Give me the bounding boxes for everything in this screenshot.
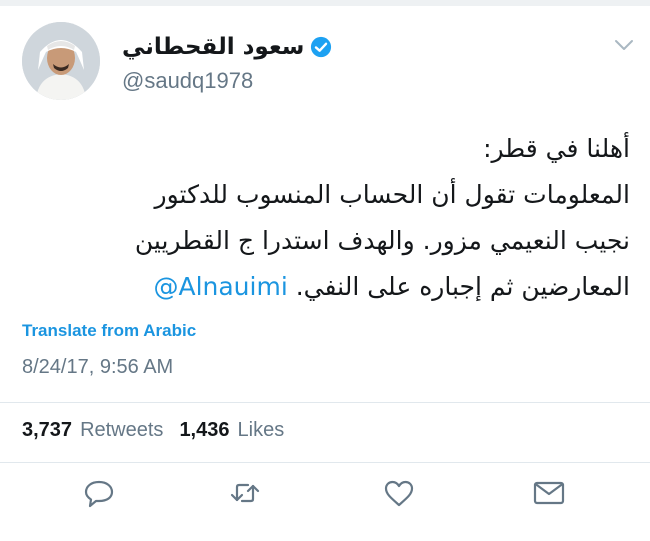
tweet-line: المعلومات تقول أن الحساب المنسوب للدكتور [154, 180, 630, 209]
verified-badge-icon [310, 36, 332, 58]
top-edge [0, 0, 650, 6]
heart-icon[interactable] [382, 478, 416, 508]
divider [0, 462, 650, 463]
avatar[interactable] [22, 22, 100, 100]
translate-link[interactable]: Translate from Arabic [22, 321, 196, 341]
retweet-icon[interactable] [228, 478, 262, 508]
retweets-count[interactable]: 3,737 [22, 419, 72, 442]
timestamp[interactable]: 8/24/17, 9:56 AM [22, 356, 173, 379]
chevron-down-icon[interactable] [614, 38, 634, 52]
likes-count[interactable]: 1,436 [179, 419, 229, 442]
engagement-stats: 3,737 Retweets 1,436 Likes [22, 419, 300, 442]
name-row: سعود القحطاني [122, 34, 332, 60]
tweet-line-text: المعارضين ثم إجباره على النفي. [295, 272, 630, 301]
retweets-label[interactable]: Retweets [80, 419, 163, 442]
tweet-line: نجيب النعيمي مزور. والهدف استدرا ج القطر… [134, 226, 630, 255]
reply-icon[interactable] [82, 478, 116, 508]
user-handle[interactable]: @saudq1978 [122, 68, 253, 94]
tweet-header: سعود القحطاني @saudq1978 [22, 22, 634, 102]
likes-label[interactable]: Likes [238, 419, 285, 442]
tweet-text: أهلنا في قطر: المعلومات تقول أن الحساب ا… [20, 126, 630, 310]
action-bar [0, 474, 650, 514]
avatar-image [22, 22, 100, 100]
envelope-icon[interactable] [532, 478, 566, 508]
tweet-line: أهلنا في قطر: [483, 134, 630, 163]
divider [0, 402, 650, 403]
tweet-line-last: المعارضين ثم إجباره على النفي. @Alnauimi [20, 264, 630, 310]
mention-link[interactable]: @Alnauimi [153, 272, 287, 301]
display-name[interactable]: سعود القحطاني [122, 34, 304, 60]
